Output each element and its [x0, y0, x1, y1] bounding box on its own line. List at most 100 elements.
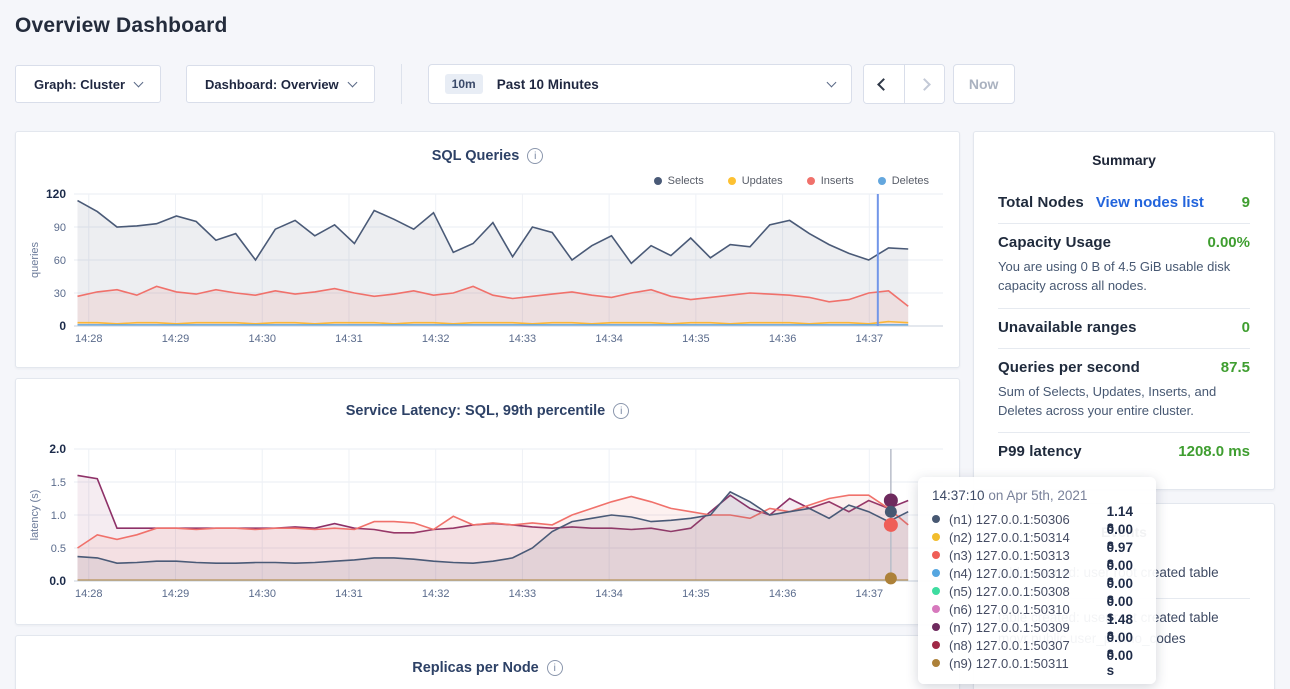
node-color-dot-icon	[932, 515, 940, 523]
sql-queries-card: SQL Queries i Selects Updates Inserts Delet…	[15, 131, 960, 368]
info-icon[interactable]: i	[527, 148, 543, 164]
svg-text:0: 0	[59, 319, 66, 333]
time-step-back-button[interactable]	[864, 65, 904, 103]
summary-row: Unavailable ranges0	[998, 309, 1250, 349]
svg-text:14:30: 14:30	[248, 333, 276, 345]
service-latency-title: Service Latency: SQL, 99th percentile	[346, 403, 606, 419]
tooltip-node-label: (n3) 127.0.0.1:50313	[949, 548, 1098, 563]
view-nodes-list-link[interactable]: View nodes list	[1096, 194, 1204, 211]
chart-hover-tooltip: 14:37:10 on Apr 5th, 2021 (n1) 127.0.0.1…	[918, 477, 1156, 684]
sql-queries-chart[interactable]: 030609012014:2814:2914:3014:3114:3214:33…	[28, 188, 947, 351]
graph-selector-dropdown[interactable]: Graph: Cluster	[15, 65, 161, 103]
summary-row: Queries per second87.5Sum of Selects, Up…	[998, 349, 1250, 434]
summary-label: Capacity Usage	[998, 234, 1111, 251]
now-button[interactable]: Now	[953, 64, 1015, 104]
chevron-down-icon	[826, 77, 836, 87]
sql-queries-title: SQL Queries	[432, 148, 520, 164]
summary-row: Capacity Usage 0.00% You are using 0 B of …	[998, 224, 1250, 309]
svg-text:90: 90	[54, 222, 66, 234]
legend-label: Inserts	[821, 175, 854, 187]
legend-label: Selects	[668, 175, 704, 187]
svg-text:14:33: 14:33	[509, 588, 537, 600]
tooltip-node-label: (n8) 127.0.0.1:50307	[949, 638, 1098, 653]
dashboard-selector-dropdown[interactable]: Dashboard: Overview	[186, 65, 375, 103]
tooltip-node-label: (n9) 127.0.0.1:50311	[949, 656, 1098, 671]
summary-title: Summary	[998, 152, 1250, 168]
node-color-dot-icon	[932, 569, 940, 577]
tooltip-node-value: 0.00 s	[1107, 648, 1142, 678]
svg-text:latency (s): latency (s)	[29, 490, 41, 541]
chevron-left-icon	[877, 78, 890, 91]
summary-value: 1208.0 ms	[1178, 443, 1250, 460]
legend-dot-icon	[878, 177, 886, 185]
info-icon[interactable]: i	[547, 660, 563, 676]
svg-text:14:35: 14:35	[682, 333, 710, 345]
time-range-dropdown[interactable]: 10m Past 10 Minutes	[428, 64, 852, 104]
legend-item-updates[interactable]: Updates	[728, 174, 783, 188]
legend-dot-icon	[807, 177, 815, 185]
spacer	[28, 421, 947, 443]
svg-text:0.5: 0.5	[51, 543, 66, 555]
svg-text:14:29: 14:29	[162, 588, 190, 600]
node-color-dot-icon	[932, 533, 940, 541]
summary-value: 0.00%	[1207, 234, 1250, 251]
legend-label: Deletes	[892, 175, 929, 187]
summary-panel: Summary Total Nodes View nodes list 9 Capac…	[973, 131, 1275, 490]
summary-description: You are using 0 B of 4.5 GiB usable disk…	[998, 258, 1250, 296]
summary-label: P99 latency	[998, 443, 1082, 460]
time-range-badge: 10m	[445, 74, 483, 94]
summary-label: Total Nodes	[998, 194, 1084, 211]
svg-text:queries: queries	[29, 241, 41, 278]
legend-item-deletes[interactable]: Deletes	[878, 174, 929, 188]
tooltip-node-label: (n2) 127.0.0.1:50314	[949, 530, 1098, 545]
sql-queries-header: SQL Queries i	[28, 146, 947, 166]
svg-text:120: 120	[46, 188, 66, 201]
sql-queries-legend: Selects Updates Inserts Deletes	[28, 174, 929, 188]
summary-value: 9	[1242, 194, 1250, 211]
svg-text:14:31: 14:31	[335, 588, 363, 600]
tooltip-node-label: (n5) 127.0.0.1:50308	[949, 584, 1098, 599]
legend-item-selects[interactable]: Selects	[654, 174, 704, 188]
chevron-down-icon	[134, 77, 144, 87]
svg-text:14:28: 14:28	[75, 333, 103, 345]
replicas-per-node-title: Replicas per Node	[412, 660, 539, 676]
summary-label: Queries per second	[998, 359, 1140, 376]
toolbar-divider	[401, 64, 402, 104]
svg-text:14:29: 14:29	[162, 333, 190, 345]
legend-item-inserts[interactable]: Inserts	[807, 174, 854, 188]
service-latency-chart[interactable]: 0.00.51.01.52.014:2814:2914:3014:3114:32…	[28, 443, 947, 606]
svg-text:14:36: 14:36	[769, 588, 797, 600]
service-latency-card: Service Latency: SQL, 99th percentile i …	[15, 378, 960, 625]
tooltip-node-label: (n1) 127.0.0.1:50306	[949, 512, 1098, 527]
node-color-dot-icon	[932, 587, 940, 595]
time-step-buttons	[863, 64, 945, 104]
node-color-dot-icon	[932, 551, 940, 559]
svg-text:14:37: 14:37	[856, 333, 884, 345]
chevron-right-icon	[918, 78, 931, 91]
tooltip-node-label: (n4) 127.0.0.1:50312	[949, 566, 1098, 581]
info-icon[interactable]: i	[613, 403, 629, 419]
svg-text:14:34: 14:34	[595, 333, 623, 345]
svg-text:14:36: 14:36	[769, 333, 797, 345]
svg-text:2.0: 2.0	[49, 443, 66, 456]
legend-dot-icon	[654, 177, 662, 185]
tooltip-date: on Apr 5th, 2021	[985, 488, 1088, 503]
tooltip-node-label: (n6) 127.0.0.1:50310	[949, 602, 1098, 617]
replicas-per-node-card: Replicas per Node i	[15, 635, 960, 689]
svg-text:60: 60	[54, 255, 66, 267]
svg-text:30: 30	[54, 288, 66, 300]
replicas-per-node-header: Replicas per Node i	[28, 658, 947, 678]
node-color-dot-icon	[932, 641, 940, 649]
tooltip-node-label: (n7) 127.0.0.1:50309	[949, 620, 1098, 635]
summary-value: 0	[1242, 319, 1250, 336]
node-color-dot-icon	[932, 623, 940, 631]
tooltip-rows: (n1) 127.0.0.1:503061.14 s(n2) 127.0.0.1…	[932, 510, 1142, 672]
node-color-dot-icon	[932, 605, 940, 613]
time-step-forward-button[interactable]	[904, 65, 944, 103]
svg-text:14:31: 14:31	[335, 333, 363, 345]
summary-row: Total Nodes View nodes list 9	[998, 184, 1250, 224]
service-latency-header: Service Latency: SQL, 99th percentile i	[28, 401, 947, 421]
svg-text:1.5: 1.5	[51, 477, 66, 489]
svg-text:1.0: 1.0	[51, 510, 66, 522]
svg-text:14:32: 14:32	[422, 588, 450, 600]
